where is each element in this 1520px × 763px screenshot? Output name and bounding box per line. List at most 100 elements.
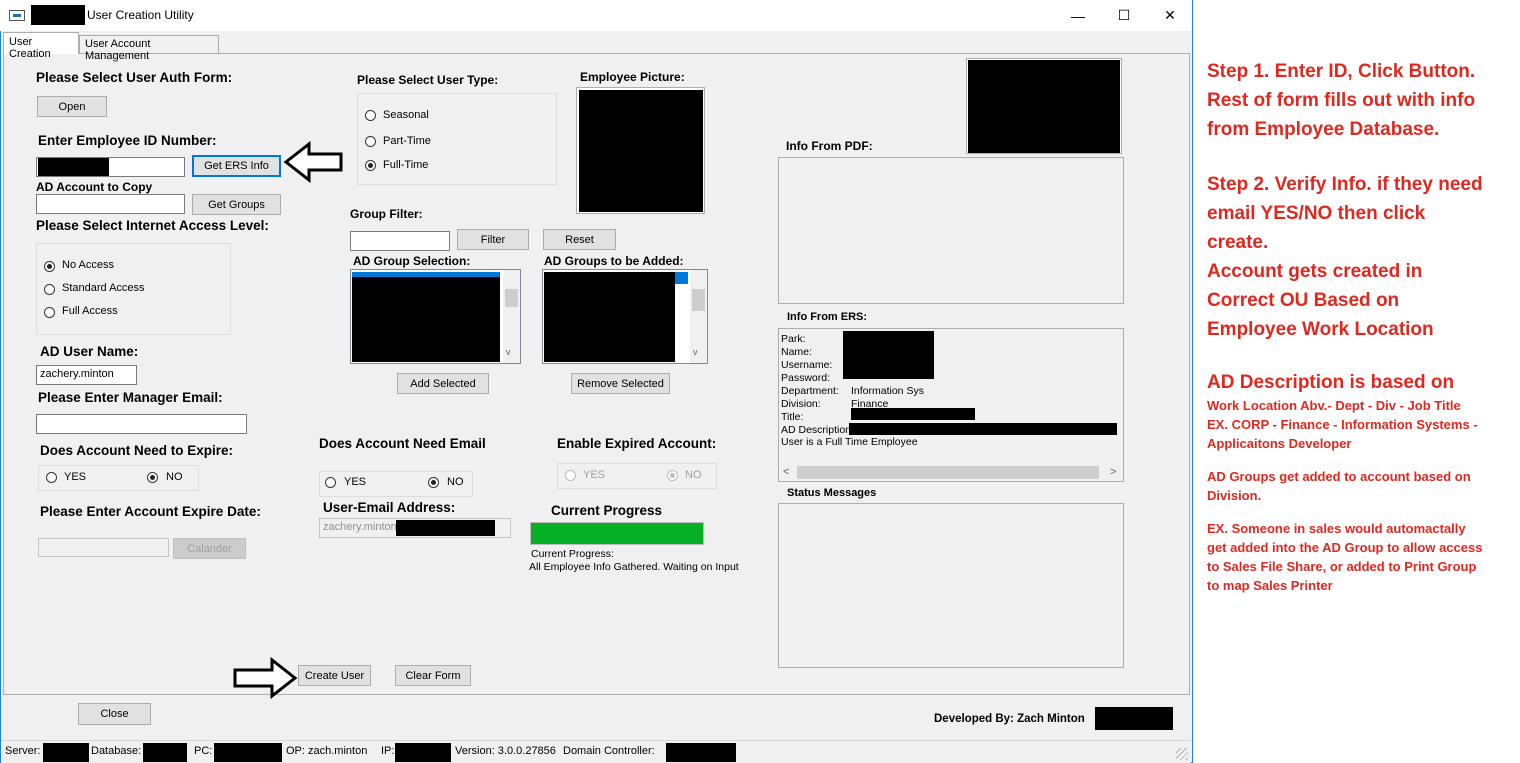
app-icon [9,10,25,21]
manager-email-input[interactable] [36,414,247,434]
status-operator: OP: zach.minton [286,745,368,757]
status-messages-box [778,503,1124,668]
radio-enable-yes[interactable] [565,470,576,481]
scrollbar-thumb[interactable] [692,289,705,311]
filter-button[interactable]: Filter [457,229,529,250]
redacted-block [849,423,1117,435]
radio-label: Part-Time [383,135,431,147]
status-domain-controller: Domain Controller: [563,745,655,757]
radio-label: Standard Access [62,282,145,294]
scrollbar-thumb[interactable] [797,466,1099,479]
employee-picture [579,90,703,212]
expire-date-input[interactable] [38,538,169,557]
window-title: User Creation Utility [87,8,194,22]
tab-user-creation[interactable]: User Creation [3,32,79,60]
radio-full-access[interactable] [44,307,55,318]
radio-label: NO [685,469,702,481]
radio-email-yes[interactable] [325,477,336,488]
ad-copy-input[interactable] [36,194,185,214]
status-messages-label: Status Messages [787,487,877,499]
radio-part-time[interactable] [365,136,376,147]
employee-id-label: Enter Employee ID Number: [38,133,217,148]
info-ers-box [778,328,1124,482]
maximize-icon[interactable]: ☐ [1101,0,1147,31]
scroll-down-icon[interactable]: v [693,347,698,357]
annotation-line: Account gets created in [1207,261,1423,282]
radio-expire-no[interactable] [147,472,158,483]
annotation-line: EX. Someone in sales would automactally [1207,521,1466,536]
radio-label: Seasonal [383,109,429,121]
tab-user-account-management[interactable]: User Account Management [79,35,219,62]
close-button[interactable]: Close [78,703,151,725]
redacted-block [31,5,85,25]
annotation-line: AD Groups get added to account based on [1207,469,1471,484]
radio-expire-yes[interactable] [46,472,57,483]
redacted-block [352,272,500,362]
info-pdf-label: Info From PDF: [786,139,873,153]
redacted-block [666,743,736,762]
scroll-right-icon[interactable]: > [1110,466,1116,478]
radio-enable-no[interactable] [667,470,678,481]
info-pdf-box [778,157,1124,304]
annotation-line: Step 2. Verify Info. if they need [1207,174,1483,195]
developer-credit: Developed By: Zach Minton [934,713,1085,725]
calander-button[interactable]: Calander [173,538,246,559]
progress-label: Current Progress [551,503,663,518]
progress-status-text: All Employee Info Gathered. Waiting on I… [529,561,739,573]
ers-row-key: Division: [781,398,821,410]
status-pc: PC: [194,745,213,757]
progress-bar [530,522,704,545]
annotation-line: create. [1207,232,1269,253]
radio-label: Full Access [62,305,118,317]
radio-no-access[interactable] [44,261,55,272]
info-ers-label: Info From ERS: [787,311,868,323]
annotation-line: Rest of form fills out with info [1207,90,1476,111]
radio-label: YES [583,469,606,481]
scrollbar-thumb[interactable] [505,289,518,307]
add-selected-button[interactable]: Add Selected [397,373,489,394]
ad-group-selection-label: AD Group Selection: [353,254,471,268]
ers-row-key: AD Description: [781,424,854,436]
ad-groups-added-label: AD Groups to be Added: [544,254,684,268]
ers-row-key: Name: [781,346,812,358]
radio-seasonal[interactable] [365,110,376,121]
annotation-line: from Employee Database. [1207,119,1440,140]
radio-full-time[interactable] [365,160,376,171]
ers-row-key: Park: [781,333,806,345]
ad-user-name-input[interactable]: zachery.minton [36,365,137,385]
annotation-line: Employee Work Location [1207,319,1434,340]
radio-label: Full-Time [383,159,429,171]
status-server: Server: [5,745,41,757]
redacted-block [43,743,89,762]
radio-label: No Access [62,259,114,271]
user-email-label: User-Email Address: [323,500,456,515]
annotation-line: email YES/NO then click [1207,203,1426,224]
redacted-block [1095,707,1173,730]
group-filter-input[interactable] [350,231,450,251]
create-user-button[interactable]: Create User [298,665,371,686]
minimize-icon[interactable]: — [1055,0,1101,31]
redacted-block [395,743,451,762]
get-groups-button[interactable]: Get Groups [192,194,281,215]
annotation-line: Work Location Abv.- Dept - Div - Job Tit… [1207,398,1461,413]
auth-form-label: Please Select User Auth Form: [36,70,233,85]
clear-form-button[interactable]: Clear Form [395,665,471,686]
open-button[interactable]: Open [37,96,107,117]
internet-access-label: Please Select Internet Access Level: [36,218,269,233]
reset-button[interactable]: Reset [543,229,616,250]
scroll-left-icon[interactable]: < [783,466,789,478]
annotation-line: Applicaitons Developer [1207,436,1352,451]
ers-row-key: Title: [781,411,804,423]
redacted-block [544,272,675,362]
get-ers-info-button[interactable]: Get ERS Info [192,155,281,177]
redacted-block [843,331,934,379]
radio-standard-access[interactable] [44,284,55,295]
redacted-block [851,408,975,420]
remove-selected-button[interactable]: Remove Selected [571,373,670,394]
radio-email-no[interactable] [428,477,439,488]
close-icon[interactable]: ✕ [1147,0,1193,31]
arrow-right-icon [233,657,298,699]
resize-grip-icon[interactable] [1176,748,1188,760]
scroll-down-icon[interactable]: v [506,347,511,357]
selected-item-highlight [352,272,500,277]
